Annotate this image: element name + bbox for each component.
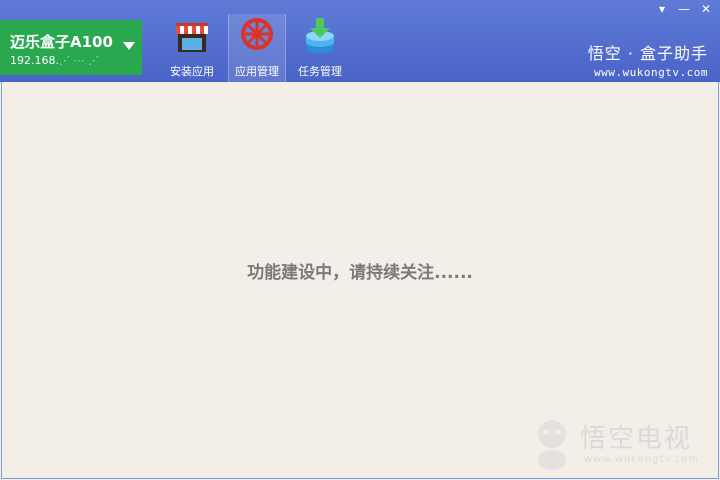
device-name: 迈乐盒子A100 [10,33,113,51]
mascot-icon [538,420,566,470]
chevron-down-icon[interactable] [123,42,135,50]
tab-task-management[interactable]: 任务管理 [292,14,348,82]
watermark-url: www.wukongtv.com [584,454,700,465]
close-button[interactable]: ✕ [698,2,714,16]
brand: 悟空 · 盒子助手 www.wukongtv.com [588,40,708,79]
store-icon [176,23,208,52]
main-content: 功能建设中，请持续关注...... 悟空电视 www.wukongtv.com [1,82,719,479]
tab-app-management-label: 应用管理 [235,65,279,78]
construction-message: 功能建设中，请持续关注...... [247,263,473,283]
watermark-name: 悟空电视 [580,424,693,454]
app-window: 迈乐盒子A100 192.168.⋰ ⋯ ⋰ 安装应用 应用管理 任务管理 ▾ … [0,0,720,480]
steering-wheel-icon [241,18,273,50]
brand-name: 悟空 · 盒子助手 [587,44,708,63]
watermark: 悟空电视 www.wukongtv.com [530,414,710,474]
brand-url: www.wukongtv.com [594,66,708,79]
minimize-button[interactable]: — [676,2,692,16]
header-bar: 迈乐盒子A100 192.168.⋰ ⋯ ⋰ 安装应用 应用管理 任务管理 ▾ … [0,0,720,82]
device-ip: 192.168.⋰ ⋯ ⋰ [10,54,99,67]
tab-install-apps-label: 安装应用 [170,65,214,78]
download-stack-icon [306,18,334,53]
menu-button[interactable]: ▾ [654,2,670,16]
tab-install-apps[interactable]: 安装应用 [164,14,220,82]
tab-task-management-label: 任务管理 [298,65,342,78]
device-selector[interactable]: 迈乐盒子A100 192.168.⋰ ⋯ ⋰ [0,20,142,75]
tab-app-management[interactable]: 应用管理 [228,14,286,82]
